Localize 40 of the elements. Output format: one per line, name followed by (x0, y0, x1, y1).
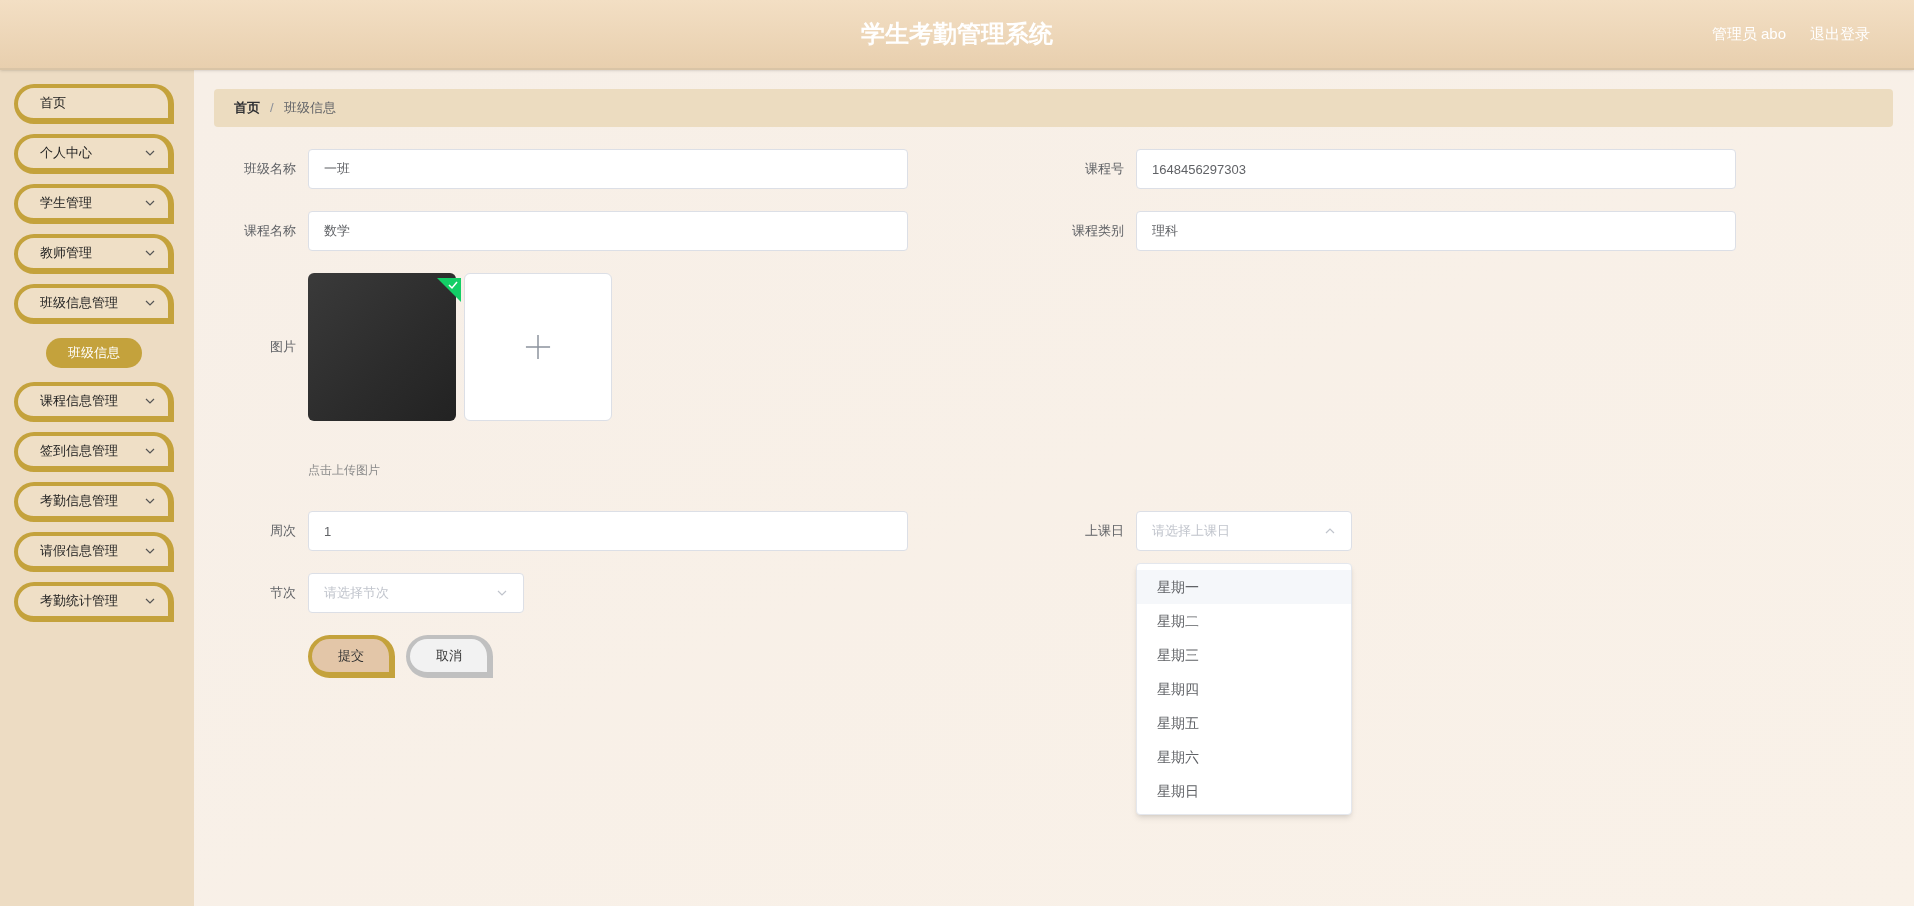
app-title: 学生考勤管理系统 (861, 19, 1053, 49)
text-field[interactable]: 一班 (308, 149, 908, 189)
sidebar-menu-item[interactable]: 个人中心 (14, 134, 174, 174)
dropdown-option[interactable]: 星期日 (1137, 774, 1351, 808)
breadcrumb-link[interactable]: 首页 (234, 98, 260, 118)
field-label: 课程号 (1084, 160, 1125, 179)
sidebar-menu-item[interactable]: 班级信息管理 (14, 284, 174, 324)
field-label: 课程名称 (243, 222, 297, 241)
field-label: 上课日 (1084, 522, 1125, 541)
sidebar-menu-item[interactable]: 签到信息管理 (14, 432, 174, 472)
field-label: 图片 (269, 338, 297, 357)
text-field[interactable]: 1648456297303 (1136, 149, 1736, 189)
sidebar-menu-item[interactable]: 考勤统计管理 (14, 582, 174, 622)
user-name: 管理员 abo (1711, 23, 1786, 44)
upload-button[interactable] (464, 273, 612, 421)
sidebar-menu-item[interactable]: 首页 (14, 84, 174, 124)
field-label: 周次 (269, 522, 297, 541)
text-field[interactable]: 数学 (308, 211, 908, 251)
breadcrumb-link[interactable]: 班级信息 (283, 98, 336, 118)
sidebar-menu-item[interactable]: 请假信息管理 (14, 532, 174, 572)
dropdown-option[interactable]: 星期二 (1137, 604, 1351, 638)
sidebar-menu-item[interactable]: 考勤信息管理 (14, 482, 174, 522)
dropdown-option[interactable]: 星期四 (1137, 672, 1351, 706)
cancel-button[interactable]: 取消 (406, 635, 493, 678)
plus-icon (525, 334, 551, 360)
sidebar-menu-item[interactable]: 教师管理 (14, 234, 174, 274)
text-field[interactable]: 理科 (1136, 211, 1736, 251)
dropdown-option[interactable]: 星期五 (1137, 706, 1351, 740)
dropdown-option[interactable]: 星期三 (1137, 638, 1351, 672)
field-label: 课程类别 (1071, 222, 1125, 241)
dropdown-option[interactable]: 星期一 (1137, 570, 1351, 604)
upload-hint: 点击上传图片 (308, 462, 380, 479)
dropdown-option[interactable]: 星期六 (1137, 740, 1351, 774)
sidebar-menu-item[interactable]: 学生管理 (14, 184, 174, 224)
field-label: 班级名称 (243, 160, 297, 179)
submit-button[interactable]: 提交 (308, 635, 395, 678)
text-field[interactable]: 1 (308, 511, 908, 551)
sidebar-menu-item[interactable]: 课程信息管理 (14, 382, 174, 422)
breadcrumb-separator: / (270, 99, 274, 118)
field-label: 节次 (269, 584, 297, 603)
